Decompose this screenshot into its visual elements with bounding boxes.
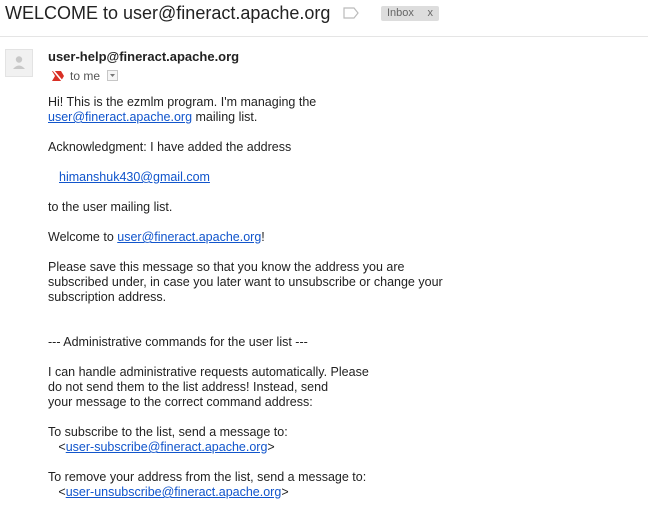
- details-dropdown-button[interactable]: [107, 70, 118, 81]
- sender-avatar: [5, 49, 33, 77]
- body-line: To remove your address from the list, se…: [48, 470, 367, 484]
- body-line: <user-unsubscribe@fineract.apache.org>: [48, 485, 289, 499]
- subscribe-address-link[interactable]: user-subscribe@fineract.apache.org: [66, 440, 268, 454]
- body-line: your message to the correct command addr…: [48, 395, 313, 409]
- body-line: --- Administrative commands for the user…: [48, 335, 308, 349]
- body-line: To subscribe to the list, send a message…: [48, 425, 288, 439]
- unsubscribe-address-link[interactable]: user-unsubscribe@fineract.apache.org: [66, 485, 282, 499]
- subject-bar: WELCOME to user@fineract.apache.org Inbo…: [0, 0, 648, 37]
- chevron-down-icon: [110, 74, 115, 77]
- inbox-label-text: Inbox: [387, 7, 414, 19]
- body-line: subscription address.: [48, 290, 167, 304]
- body-line: Hi! This is the ezmlm program. I'm manag…: [48, 95, 317, 109]
- remove-label-button[interactable]: x: [428, 6, 434, 21]
- person-icon: [13, 56, 25, 69]
- inbox-label-chip[interactable]: Inbox x: [381, 6, 439, 21]
- body-line: to the user mailing list.: [48, 200, 173, 214]
- body-line: I can handle administrative requests aut…: [48, 365, 369, 379]
- body-line: <user-subscribe@fineract.apache.org>: [48, 440, 275, 454]
- email-subject: WELCOME to user@fineract.apache.org: [5, 3, 331, 23]
- list-address-link[interactable]: user@fineract.apache.org: [48, 110, 192, 124]
- list-address-link[interactable]: user@fineract.apache.org: [117, 230, 261, 244]
- label-tag-icon[interactable]: [343, 7, 359, 19]
- body-line: himanshuk430@gmail.com: [59, 170, 210, 185]
- sender-address[interactable]: user-help@fineract.apache.org: [48, 49, 239, 64]
- body-line: subscribed under, in case you later want…: [48, 275, 443, 289]
- body-line: Welcome to user@fineract.apache.org!: [48, 230, 265, 244]
- body-line: Acknowledgment: I have added the address: [48, 140, 292, 154]
- important-marker-icon[interactable]: [51, 69, 65, 83]
- body-line: Please save this message so that you kno…: [48, 260, 405, 274]
- recipient-text: to me: [70, 69, 101, 83]
- body-line: user@fineract.apache.org mailing list.: [48, 110, 258, 124]
- body-line: do not send them to the list address! In…: [48, 380, 329, 394]
- subscriber-address-link[interactable]: himanshuk430@gmail.com: [59, 170, 210, 184]
